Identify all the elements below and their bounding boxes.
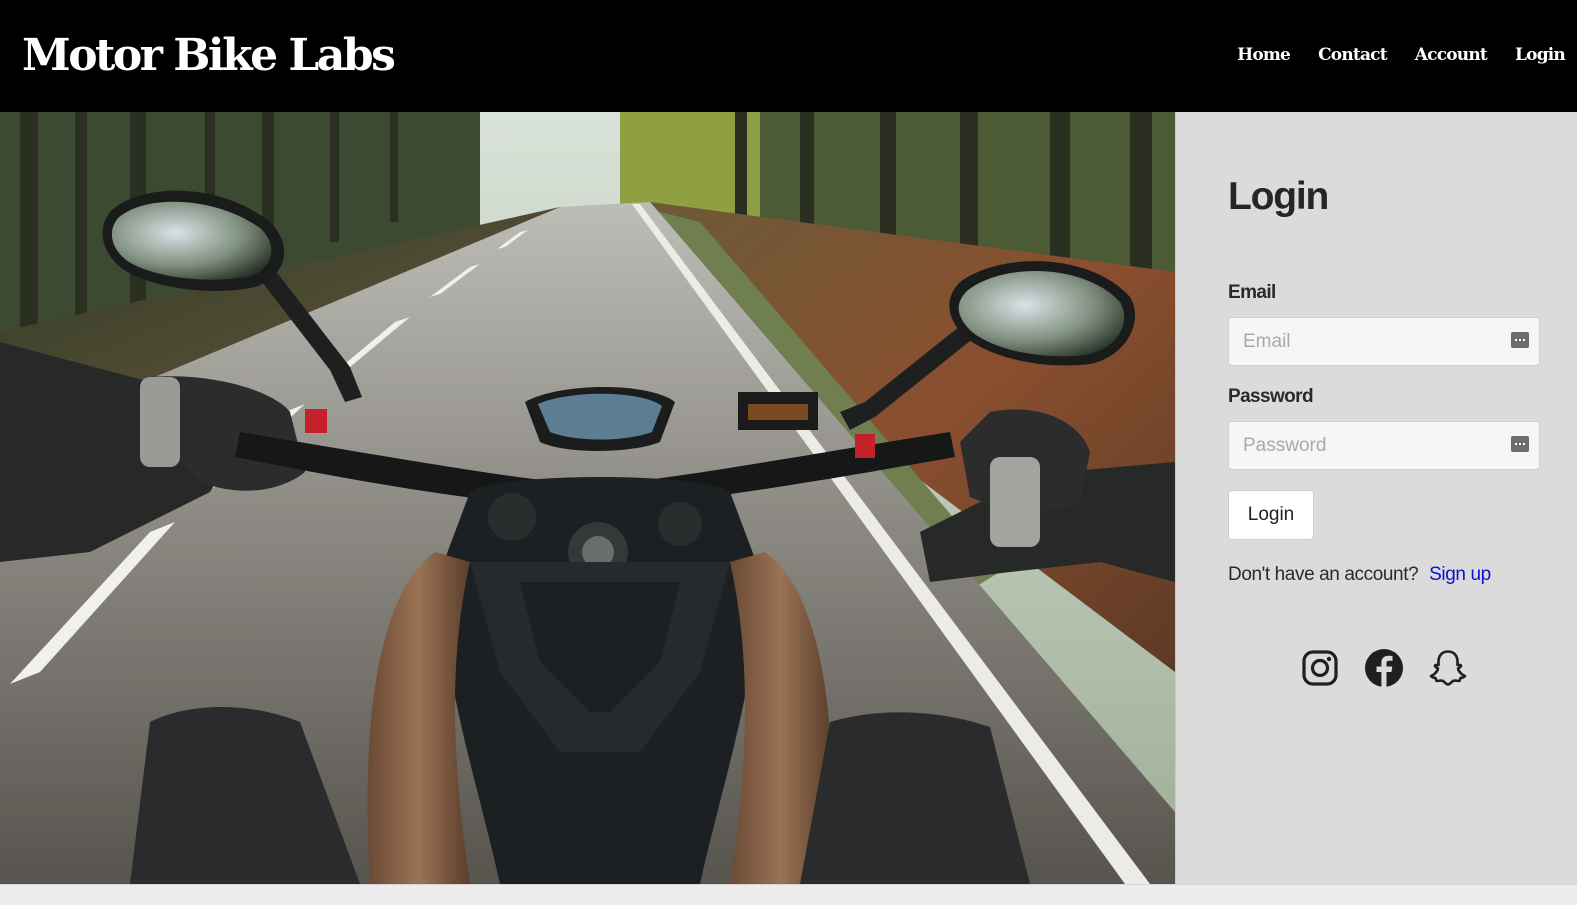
- nav-account[interactable]: Account: [1415, 40, 1488, 70]
- password-label: Password: [1228, 386, 1314, 407]
- bottom-strip: [0, 884, 1577, 905]
- snapchat-icon[interactable]: [1428, 648, 1468, 688]
- motorcycle-road-photo: [0, 112, 1175, 884]
- brand-logo[interactable]: Motor Bike Labs: [22, 24, 396, 88]
- password-field[interactable]: [1228, 421, 1540, 470]
- password-input[interactable]: [1229, 422, 1539, 469]
- login-title: Login: [1228, 175, 1329, 218]
- nav-login[interactable]: Login: [1515, 40, 1566, 70]
- email-field[interactable]: [1228, 317, 1540, 366]
- signup-row: Don't have an account? Sign up: [1228, 562, 1491, 588]
- email-label: Email: [1228, 282, 1276, 303]
- email-input[interactable]: [1229, 318, 1539, 365]
- nav-home[interactable]: Home: [1237, 40, 1291, 70]
- login-submit-button[interactable]: Login: [1228, 490, 1314, 540]
- signup-link[interactable]: Sign up: [1429, 564, 1491, 585]
- nav-contact[interactable]: Contact: [1318, 40, 1387, 70]
- site-header: Motor Bike Labs Home Contact Account Log…: [0, 0, 1577, 112]
- hero-photo: [0, 112, 1175, 884]
- main-nav: Home Contact Account Login: [1237, 40, 1566, 70]
- instagram-icon[interactable]: [1300, 648, 1340, 688]
- password-manager-icon[interactable]: [1511, 332, 1529, 348]
- signup-prompt: Don't have an account?: [1228, 564, 1419, 585]
- facebook-icon[interactable]: [1364, 648, 1404, 688]
- login-panel: Login Email Password Login Don't have an…: [1175, 112, 1577, 884]
- password-manager-icon[interactable]: [1511, 436, 1529, 452]
- social-links: [1300, 648, 1468, 688]
